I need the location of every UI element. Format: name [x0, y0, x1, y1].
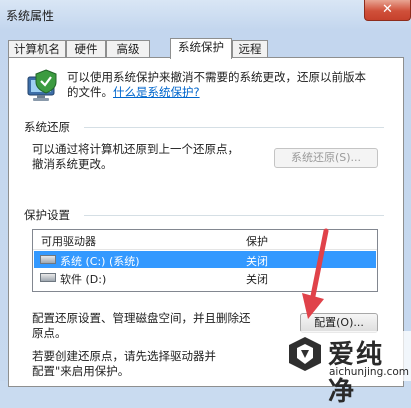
restore-divider: [84, 127, 384, 128]
column-drives[interactable]: 可用驱动器: [41, 233, 96, 249]
title-bar[interactable]: 系统属性 ✕: [0, 0, 411, 30]
configure-description: 配置还原设置、管理磁盘空间，并且删除还 原点。: [32, 311, 251, 341]
system-drive-icon: [40, 255, 56, 264]
red-arrow-icon: [302, 228, 329, 319]
window-title: 系统属性: [6, 9, 55, 23]
what-is-system-protection-link[interactable]: 什么是系统保护?: [113, 85, 200, 99]
protection-group-label: 保护设置: [24, 208, 70, 222]
intro-line-1: 可以使用系统保护来撤消不需要的系统更改，还原以前版本: [67, 70, 366, 84]
tab-system-protection[interactable]: 系统保护: [170, 38, 232, 59]
tab-remote[interactable]: 远程: [232, 40, 268, 58]
configure-line-1: 配置还原设置、管理磁盘空间，并且删除还: [32, 311, 251, 325]
intro-line-2: 的文件。: [67, 85, 113, 99]
restore-description: 可以通过将计算机还原到上一个还原点， 撤消系统更改。: [32, 142, 239, 172]
drive-status: 关闭: [246, 255, 268, 268]
system-restore-button[interactable]: 系统还原(S)...: [274, 148, 378, 168]
intro-text: 可以使用系统保护来撤消不需要的系统更改，还原以前版本 的文件。什么是系统保护?: [67, 70, 397, 100]
create-line-1: 若要创建还原点，请先选择驱动器并: [32, 349, 216, 363]
restore-line-1: 可以通过将计算机还原到上一个还原点，: [32, 142, 239, 156]
protection-divider: [84, 215, 384, 216]
brand-logo-icon: [289, 337, 321, 371]
column-protection[interactable]: 保护: [246, 233, 268, 249]
drive-status: 关闭: [246, 273, 268, 286]
watermark-url: aichunjing.com: [329, 366, 410, 378]
tab-advanced[interactable]: 高级: [106, 40, 150, 58]
system-properties-window: 系统属性 ✕ 计算机名 硬件 高级 系统保护 远程 可以使用系统保护来撤消不需要…: [0, 0, 411, 407]
close-button[interactable]: ✕: [364, 0, 411, 21]
drive-name: 系统 (C:) (系统): [60, 255, 140, 268]
system-protection-icon: [27, 69, 57, 101]
drive-name: 软件 (D:): [60, 273, 107, 286]
configure-line-2: 原点。: [32, 326, 67, 340]
restore-line-2: 撤消系统更改。: [32, 157, 113, 171]
restore-group-label: 系统还原: [24, 120, 70, 134]
drive-icon: [40, 273, 56, 282]
tab-computer-name[interactable]: 计算机名: [8, 40, 66, 58]
create-line-2: 配置"来启用保护。: [32, 364, 130, 378]
tab-hardware[interactable]: 硬件: [66, 40, 106, 58]
watermark: 爱纯净 aichunjing.com: [283, 331, 411, 407]
create-description: 若要创建还原点，请先选择驱动器并 配置"来启用保护。: [32, 349, 216, 379]
